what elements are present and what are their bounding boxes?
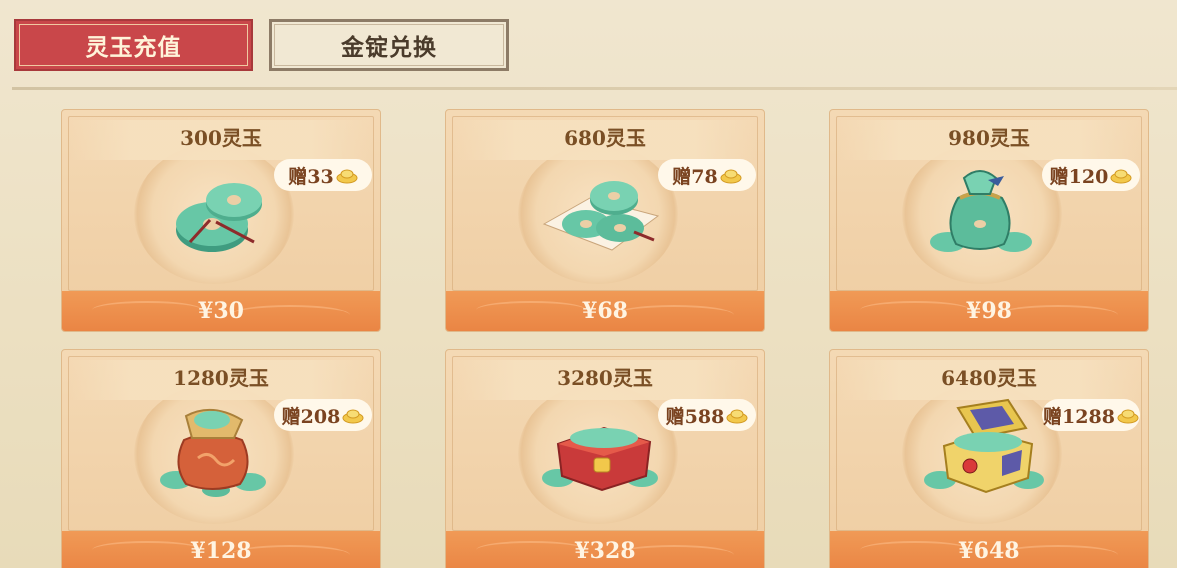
gold-ingot-icon xyxy=(1117,409,1139,424)
product-card[interactable]: 300灵玉 赠33 ¥30 xyxy=(61,109,381,332)
product-card[interactable]: 680灵玉 赠78 ¥68 xyxy=(445,109,765,332)
bonus-badge: 赠78 xyxy=(658,159,756,191)
product-title: 6480灵玉 xyxy=(941,366,1037,390)
bonus-text: 赠33 xyxy=(288,165,334,188)
bonus-text: 赠120 xyxy=(1049,165,1109,188)
price-label: ¥648 xyxy=(958,538,1020,564)
price-label: ¥128 xyxy=(190,538,252,564)
bonus-text: 赠1288 xyxy=(1043,405,1115,428)
product-card[interactable]: 6480灵玉 赠1288 ¥648 xyxy=(829,349,1149,568)
price-button[interactable]: ¥648 xyxy=(830,531,1148,568)
jade-coin-gold-chest-icon xyxy=(924,398,1044,494)
bonus-text: 赠208 xyxy=(281,405,341,428)
bonus-badge: 赠588 xyxy=(658,399,756,431)
bonus-badge: 赠120 xyxy=(1042,159,1140,191)
bonus-badge: 赠1288 xyxy=(1042,399,1140,431)
jade-coin-red-chest-icon xyxy=(542,426,658,492)
tab-label: 灵玉充值 xyxy=(85,34,182,61)
price-label: ¥328 xyxy=(574,538,636,564)
product-title: 980灵玉 xyxy=(948,126,1030,150)
gold-ingot-icon xyxy=(726,409,748,424)
product-title: 3280灵玉 xyxy=(557,366,653,390)
bonus-text: 赠588 xyxy=(665,405,725,428)
bonus-text: 赠78 xyxy=(672,165,718,188)
bonus-badge: 赠33 xyxy=(274,159,372,191)
price-label: ¥98 xyxy=(966,298,1012,324)
jade-coin-pouch-icon xyxy=(930,170,1032,252)
product-title: 680灵玉 xyxy=(564,126,646,150)
gold-ingot-icon xyxy=(342,409,364,424)
price-label: ¥30 xyxy=(198,298,244,324)
product-card[interactable]: 1280灵玉 赠208 ¥128 xyxy=(61,349,381,568)
jade-coins-on-cloth-icon xyxy=(542,181,660,251)
divider xyxy=(12,87,1177,90)
tab-jade-recharge[interactable]: 灵玉充值 xyxy=(14,19,253,71)
product-title: 300灵玉 xyxy=(180,126,262,150)
gold-ingot-icon xyxy=(336,169,358,184)
jade-coins-icon xyxy=(176,183,262,252)
bonus-badge: 赠208 xyxy=(274,399,372,431)
price-button[interactable]: ¥30 xyxy=(62,291,380,331)
product-title: 1280灵玉 xyxy=(173,366,269,390)
tab-label: 金锭兑换 xyxy=(341,34,437,61)
gold-ingot-icon xyxy=(720,169,742,184)
price-label: ¥68 xyxy=(582,298,628,324)
product-card[interactable]: 980灵玉 赠120 ¥98 xyxy=(829,109,1149,332)
price-button[interactable]: ¥68 xyxy=(446,291,764,331)
price-button[interactable]: ¥128 xyxy=(62,531,380,568)
price-button[interactable]: ¥328 xyxy=(446,531,764,568)
tab-gold-exchange[interactable]: 金锭兑换 xyxy=(269,19,509,71)
gold-ingot-icon xyxy=(1110,169,1132,184)
jade-coin-sack-icon xyxy=(160,409,266,497)
product-card[interactable]: 3280灵玉 赠588 ¥328 xyxy=(445,349,765,568)
price-button[interactable]: ¥98 xyxy=(830,291,1148,331)
